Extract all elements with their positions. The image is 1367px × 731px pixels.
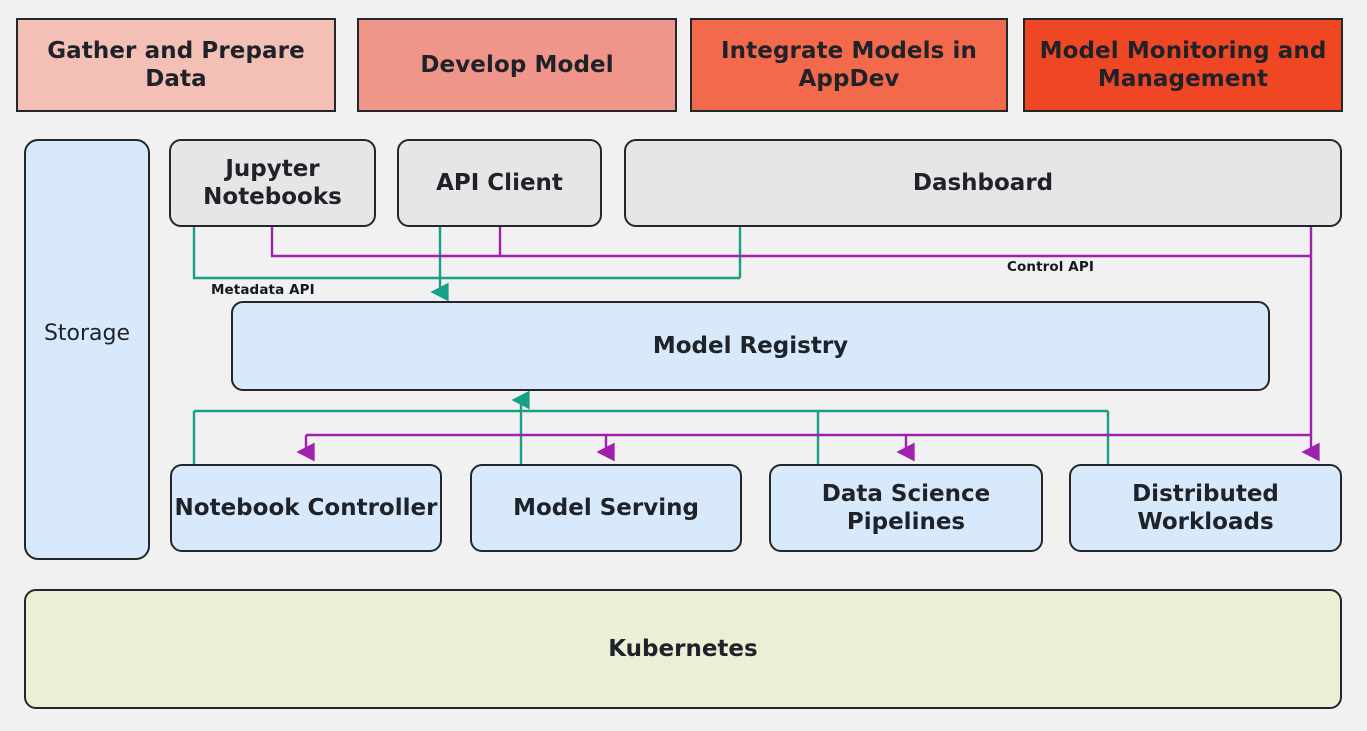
phase-label: Develop Model <box>420 51 614 78</box>
node-jupyter-notebooks[interactable]: Jupyter Notebooks <box>169 139 376 227</box>
node-label: Notebook Controller <box>174 494 438 521</box>
node-label: API Client <box>436 169 563 196</box>
phase-label: Model Monitoring and Management <box>1039 37 1327 92</box>
diagram-canvas: Gather and Prepare Data Develop Model In… <box>0 0 1367 731</box>
edge-label-control-api: Control API <box>1007 259 1094 275</box>
phase-label: Integrate Models in AppDev <box>721 37 977 92</box>
phase-model-monitoring-and-management[interactable]: Model Monitoring and Management <box>1023 18 1343 112</box>
node-label: Model Registry <box>652 332 849 359</box>
node-model-serving[interactable]: Model Serving <box>470 464 742 552</box>
node-label: Dashboard <box>912 169 1054 196</box>
node-distributed-workloads[interactable]: Distributed Workloads <box>1069 464 1342 552</box>
node-dashboard[interactable]: Dashboard <box>624 139 1342 227</box>
node-label: Distributed Workloads <box>1132 480 1279 535</box>
edge-label-metadata-api: Metadata API <box>211 282 315 298</box>
wire-jupyter-control <box>270 227 1311 258</box>
node-label: Jupyter Notebooks <box>203 155 342 210</box>
phase-develop-model[interactable]: Develop Model <box>357 18 677 112</box>
node-label: Model Serving <box>513 494 699 521</box>
phase-gather-and-prepare-data[interactable]: Gather and Prepare Data <box>16 18 336 112</box>
phase-integrate-models-in-appdev[interactable]: Integrate Models in AppDev <box>690 18 1008 112</box>
node-label: Kubernetes <box>608 635 758 662</box>
node-data-science-pipelines[interactable]: Data Science Pipelines <box>769 464 1043 552</box>
node-notebook-controller[interactable]: Notebook Controller <box>170 464 442 552</box>
node-api-client[interactable]: API Client <box>397 139 602 227</box>
node-label: Storage <box>43 321 131 346</box>
node-storage[interactable]: Storage <box>24 139 150 560</box>
node-label: Data Science Pipelines <box>821 480 991 535</box>
wire-jupyter-metadata <box>192 227 740 280</box>
phase-label: Gather and Prepare Data <box>47 37 305 92</box>
node-kubernetes[interactable]: Kubernetes <box>24 589 1342 709</box>
node-model-registry[interactable]: Model Registry <box>231 301 1270 391</box>
